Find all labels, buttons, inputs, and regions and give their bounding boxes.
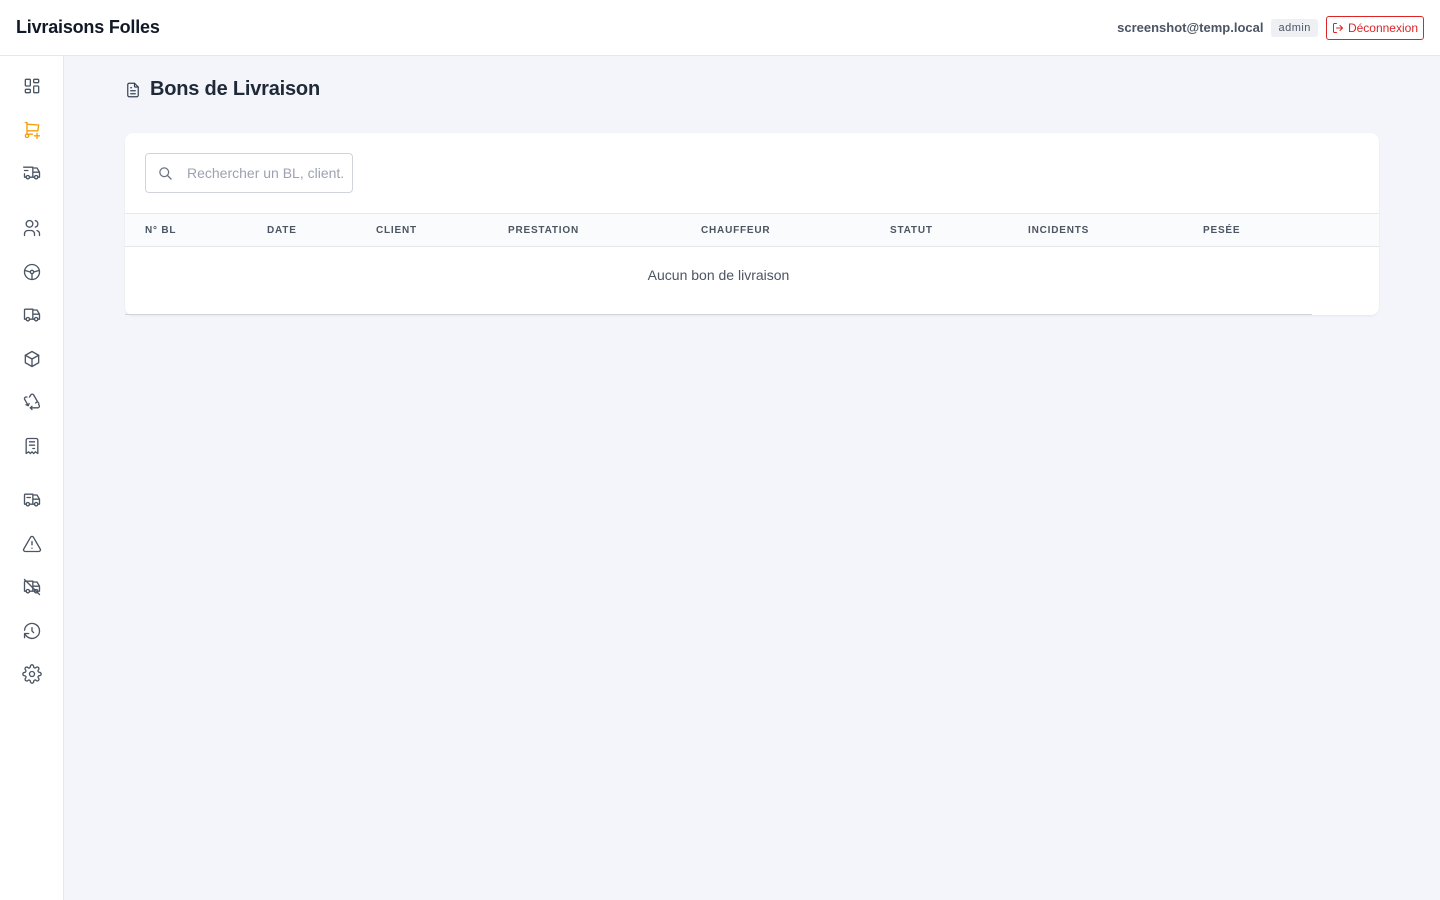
app-brand[interactable]: Livraisons Folles (16, 17, 160, 38)
search-input[interactable] (187, 165, 343, 181)
logout-button[interactable]: Déconnexion (1325, 15, 1424, 40)
page-title: Bons de Livraison (150, 78, 320, 100)
sidebar-item-unavailable[interactable] (22, 567, 68, 607)
column-header-driver[interactable]: Chauffeur (701, 225, 770, 236)
table-header: N° BL Date Client Prestation Chauffeur S… (125, 213, 1379, 247)
sidebar-item-recycling[interactable] (22, 382, 68, 422)
logout-label: Déconnexion (1347, 20, 1418, 35)
users-icon (23, 219, 41, 237)
role-badge: admin (1271, 18, 1318, 37)
sidebar-item-vehicles[interactable] (22, 295, 68, 335)
truck-off-icon (23, 578, 41, 596)
truck-loaded-icon (23, 493, 41, 507)
steering-wheel-icon (23, 263, 41, 281)
column-header-service[interactable]: Prestation (508, 225, 579, 236)
package-icon (24, 350, 40, 368)
truck-icon (23, 308, 41, 322)
sidebar-item-products[interactable] (22, 339, 68, 379)
sidebar-item-invoices[interactable] (22, 426, 68, 466)
table-bottom-border (125, 314, 1312, 315)
logout-icon (1332, 22, 1343, 33)
column-header-weighing[interactable]: Pesée (1203, 225, 1240, 236)
delivery-truck-icon (23, 166, 41, 180)
search-box[interactable] (145, 153, 353, 193)
sidebar-item-transport[interactable] (22, 480, 68, 520)
user-email: screenshot@temp.local (1117, 20, 1264, 35)
column-header-date[interactable]: Date (267, 225, 297, 236)
history-icon (23, 622, 41, 640)
top-header: Livraisons Folles screenshot@temp.local … (0, 0, 1440, 56)
sidebar-item-clients[interactable] (22, 208, 68, 248)
sidebar-item-incidents[interactable] (22, 524, 68, 564)
warning-icon (22, 535, 42, 553)
column-header-bl-number[interactable]: N° BL (145, 225, 176, 236)
recycle-icon (23, 393, 41, 411)
sidebar-item-drivers[interactable] (22, 252, 68, 292)
sidebar (0, 56, 64, 900)
header-user-area: screenshot@temp.local admin Déconnexion (1117, 15, 1424, 40)
document-icon (127, 82, 139, 97)
dashboard-icon (24, 78, 40, 94)
sidebar-item-history[interactable] (22, 611, 68, 651)
receipt-icon (25, 437, 39, 455)
gear-icon (22, 664, 42, 684)
empty-state-message: Aucun bon de livraison (647, 267, 790, 283)
sidebar-item-settings[interactable] (22, 654, 68, 694)
delivery-notes-card: N° BL Date Client Prestation Chauffeur S… (125, 133, 1379, 315)
column-header-client[interactable]: Client (376, 225, 417, 236)
main-content: Bons de Livraison N° BL Date Client Pres… (64, 56, 1440, 900)
column-header-incidents[interactable]: Incidents (1028, 225, 1089, 236)
page-header: Bons de Livraison (124, 78, 320, 101)
cart-plus-icon (24, 121, 41, 139)
search-icon (159, 166, 172, 180)
column-header-status[interactable]: Statut (890, 225, 933, 236)
sidebar-item-dashboard[interactable] (22, 66, 68, 106)
sidebar-item-deliveries[interactable] (22, 153, 68, 193)
sidebar-item-orders[interactable] (22, 110, 68, 150)
